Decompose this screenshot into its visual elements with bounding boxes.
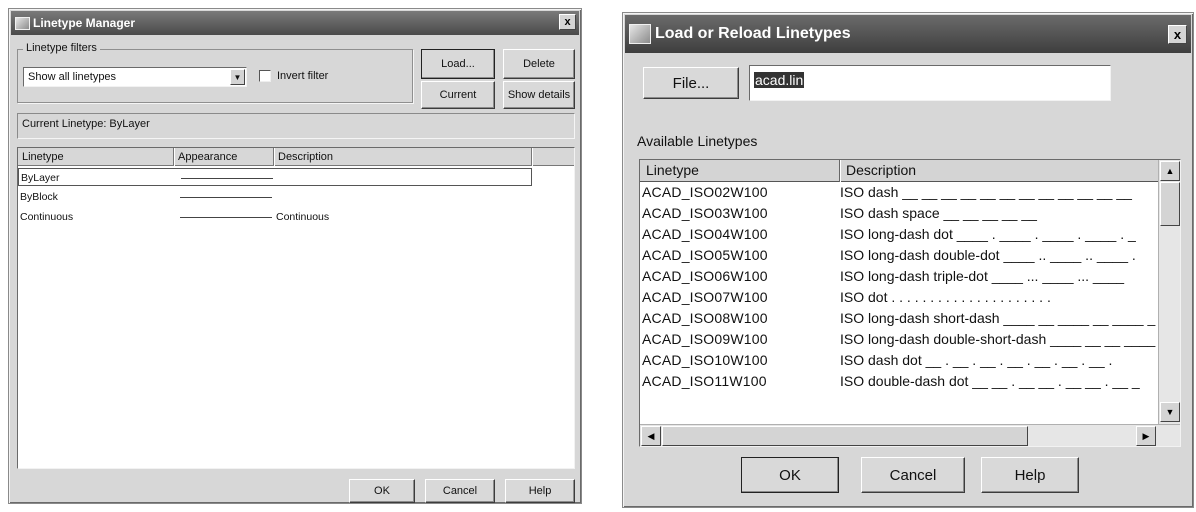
appearance-line — [180, 217, 272, 218]
row-linetype: ACAD_ISO04W100 — [642, 226, 768, 242]
file-name-input[interactable]: acad.lin — [749, 65, 1111, 101]
row-linetype: ACAD_ISO09W100 — [642, 331, 768, 347]
row-linetype: ByBlock — [20, 191, 58, 203]
scroll-right-icon[interactable]: ▶ — [1136, 426, 1156, 446]
row-description: ISO long-dash triple-dot ____ ... ____ .… — [840, 268, 1125, 284]
list-row[interactable]: ACAD_ISO05W100 ISO long-dash double-dot _… — [640, 246, 1158, 267]
list-row[interactable]: ACAD_ISO10W100 ISO dash dot __ . __ . __ … — [640, 351, 1158, 372]
current-linetype-bar: Current Linetype: ByLayer — [17, 113, 575, 139]
appearance-line — [180, 197, 272, 198]
column-header-description[interactable]: Description — [840, 160, 1158, 182]
list-row[interactable]: Continuous Continuous — [18, 208, 532, 226]
ok-button[interactable]: OK — [349, 479, 415, 503]
list-header: Linetype Description — [640, 160, 1158, 182]
ok-button[interactable]: OK — [741, 457, 839, 493]
list-row[interactable]: ACAD_ISO04W100 ISO long-dash dot ____ . _… — [640, 225, 1158, 246]
list-row[interactable]: ACAD_ISO09W100 ISO long-dash double-short… — [640, 330, 1158, 351]
dialog-title: Load or Reload Linetypes — [655, 25, 851, 42]
list-row[interactable]: ByBlock — [18, 188, 532, 206]
current-button[interactable]: Current — [421, 81, 495, 109]
list-row[interactable]: ACAD_ISO07W100 ISO dot . . . . . . . . . … — [640, 288, 1158, 309]
column-header-linetype[interactable]: Linetype — [18, 148, 174, 166]
row-description: ISO double-dash dot __ __ . __ __ . __ _… — [840, 373, 1140, 389]
list-header: Linetype Appearance Description — [18, 148, 574, 166]
dialog-title: Linetype Manager — [33, 16, 136, 30]
row-linetype: Continuous — [20, 211, 74, 223]
column-header-description[interactable]: Description — [274, 148, 532, 166]
row-description: ISO long-dash double-dot ____ .. ____ ..… — [840, 247, 1136, 263]
app-icon — [15, 16, 30, 30]
row-description: Continuous — [276, 211, 330, 223]
linetype-list[interactable]: Linetype Appearance Description ByLayer … — [17, 147, 575, 469]
row-linetype: ByLayer — [21, 172, 60, 184]
invert-filter-checkbox[interactable] — [259, 70, 271, 82]
linetype-filters-label: Linetype filters — [23, 42, 100, 54]
row-linetype: ACAD_ISO05W100 — [642, 247, 768, 263]
file-name-value: acad.lin — [754, 72, 805, 88]
row-linetype: ACAD_ISO10W100 — [642, 352, 768, 368]
row-description: ISO dot . . . . . . . . . . . . . . . . … — [840, 289, 1051, 305]
cancel-button[interactable]: Cancel — [425, 479, 495, 503]
row-description: ISO dash dot __ . __ . __ . __ . __ . __… — [840, 352, 1113, 368]
close-button[interactable]: x — [1168, 25, 1187, 44]
load-button[interactable]: Load... — [421, 49, 495, 79]
row-description: ISO long-dash short-dash ____ __ ____ __… — [840, 310, 1156, 326]
list-row[interactable]: ACAD_ISO11W100 ISO double-dash dot __ __ … — [640, 372, 1158, 393]
cancel-button[interactable]: Cancel — [861, 457, 965, 493]
vertical-scrollbar[interactable]: ▲ ▼ — [1158, 160, 1180, 424]
row-linetype: ACAD_ISO08W100 — [642, 310, 768, 326]
available-linetypes-list[interactable]: Linetype Description ACAD_ISO02W100 ISO d… — [639, 159, 1181, 447]
help-button[interactable]: Help — [981, 457, 1079, 493]
invert-filter-label: Invert filter — [277, 70, 329, 82]
list-row[interactable]: ACAD_ISO02W100 ISO dash __ __ __ __ __ __… — [640, 183, 1158, 204]
filter-select-value: Show all linetypes — [28, 71, 117, 83]
horizontal-scrollbar[interactable]: ◀ ▶ — [640, 424, 1180, 446]
linetype-filter-select[interactable]: Show all linetypes ▼ — [23, 67, 247, 87]
current-linetype-label: Current Linetype: ByLayer — [22, 118, 150, 130]
appearance-line — [181, 178, 273, 179]
load-reload-linetypes-dialog: Load or Reload Linetypes x File... acad.… — [622, 12, 1194, 508]
show-details-button[interactable]: Show details — [503, 81, 575, 109]
scroll-left-icon[interactable]: ◀ — [641, 426, 661, 446]
title-bar: Linetype Manager x — [11, 11, 579, 35]
horizontal-scroll-thumb[interactable] — [662, 426, 1028, 446]
row-description: ISO long-dash double-short-dash ____ __ … — [840, 331, 1156, 347]
list-row[interactable]: ACAD_ISO03W100 ISO dash space __ __ __ __… — [640, 204, 1158, 225]
list-row[interactable]: ACAD_ISO08W100 ISO long-dash short-dash _… — [640, 309, 1158, 330]
app-icon — [629, 24, 651, 44]
scroll-down-icon[interactable]: ▼ — [1160, 402, 1180, 422]
linetype-manager-dialog: Linetype Manager x Linetype filters Show… — [8, 8, 582, 504]
available-linetypes-label: Available Linetypes — [637, 133, 758, 149]
scroll-up-icon[interactable]: ▲ — [1160, 161, 1180, 181]
row-linetype: ACAD_ISO03W100 — [642, 205, 768, 221]
help-button[interactable]: Help — [505, 479, 575, 503]
file-button[interactable]: File... — [643, 67, 739, 99]
row-linetype: ACAD_ISO02W100 — [642, 184, 768, 200]
scroll-thumb[interactable] — [1160, 182, 1180, 226]
list-row[interactable]: ByLayer — [18, 168, 532, 186]
chevron-down-icon[interactable]: ▼ — [230, 69, 245, 85]
row-description: ISO dash __ __ __ __ __ __ __ __ __ __ _… — [840, 184, 1132, 200]
delete-button[interactable]: Delete — [503, 49, 575, 79]
column-header-appearance[interactable]: Appearance — [174, 148, 274, 166]
list-row[interactable]: ACAD_ISO06W100 ISO long-dash triple-dot _… — [640, 267, 1158, 288]
row-linetype: ACAD_ISO06W100 — [642, 268, 768, 284]
column-header-linetype[interactable]: Linetype — [640, 160, 840, 182]
row-description: ISO long-dash dot ____ . ____ . ____ . _… — [840, 226, 1136, 242]
close-button[interactable]: x — [559, 14, 576, 30]
row-linetype: ACAD_ISO11W100 — [642, 373, 767, 389]
title-bar: Load or Reload Linetypes x — [625, 15, 1191, 53]
row-linetype: ACAD_ISO07W100 — [642, 289, 768, 305]
row-description: ISO dash space __ __ __ __ __ — [840, 205, 1037, 221]
